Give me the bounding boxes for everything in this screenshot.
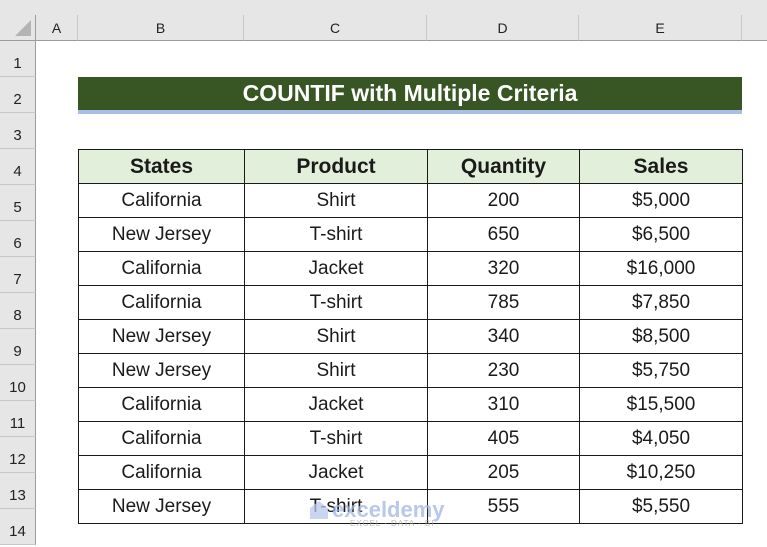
cell-product[interactable]: Jacket <box>244 387 428 422</box>
cell-product[interactable]: Shirt <box>244 353 428 388</box>
row-header-12[interactable]: 12 <box>0 437 36 473</box>
row-header-14[interactable]: 14 <box>0 509 36 545</box>
cell-quantity[interactable]: 405 <box>427 421 580 456</box>
header-sales[interactable]: Sales <box>579 149 743 184</box>
table-row: California T-shirt 405 $4,050 <box>78 421 743 456</box>
cell-quantity[interactable]: 785 <box>427 285 580 320</box>
cell-sales[interactable]: $4,050 <box>579 421 743 456</box>
table-row: California Jacket 320 $16,000 <box>78 251 743 286</box>
cell-sales[interactable]: $15,500 <box>579 387 743 422</box>
header-quantity[interactable]: Quantity <box>427 149 580 184</box>
cell-quantity[interactable]: 200 <box>427 183 580 218</box>
cell-state[interactable]: California <box>78 455 245 490</box>
cell-sales[interactable]: $5,750 <box>579 353 743 388</box>
row-header-4[interactable]: 4 <box>0 149 36 185</box>
row-header-7[interactable]: 7 <box>0 257 36 293</box>
cell-state[interactable]: California <box>78 285 245 320</box>
select-all-triangle-icon <box>15 20 31 36</box>
sales-table: States Product Quantity Sales California… <box>78 149 743 524</box>
cell-quantity[interactable]: 230 <box>427 353 580 388</box>
cell-sales[interactable]: $10,250 <box>579 455 743 490</box>
cell-sales[interactable]: $6,500 <box>579 217 743 252</box>
cell-product[interactable]: Shirt <box>244 183 428 218</box>
row-header-13[interactable]: 13 <box>0 473 36 509</box>
cell-product[interactable]: T-shirt <box>244 489 428 524</box>
cell-sales[interactable]: $5,000 <box>579 183 743 218</box>
cell-quantity[interactable]: 320 <box>427 251 580 286</box>
ribbon-edge <box>0 0 767 15</box>
cell-quantity[interactable]: 310 <box>427 387 580 422</box>
header-product[interactable]: Product <box>244 149 428 184</box>
cell-product[interactable]: T-shirt <box>244 285 428 320</box>
sheet-title[interactable]: COUNTIF with Multiple Criteria <box>78 77 742 110</box>
table-row: New Jersey T-shirt 555 $5,550 <box>78 489 743 524</box>
cell-quantity[interactable]: 205 <box>427 455 580 490</box>
table-header-row: States Product Quantity Sales <box>78 149 743 184</box>
title-underline <box>78 110 742 114</box>
cell-quantity[interactable]: 650 <box>427 217 580 252</box>
row-header-5[interactable]: 5 <box>0 185 36 221</box>
column-header-a[interactable]: A <box>36 15 78 41</box>
row-header-10[interactable]: 10 <box>0 365 36 401</box>
cell-state[interactable]: New Jersey <box>78 217 245 252</box>
cell-state[interactable]: California <box>78 183 245 218</box>
cell-product[interactable]: Jacket <box>244 251 428 286</box>
column-header-f[interactable] <box>742 15 767 41</box>
cell-product[interactable]: T-shirt <box>244 421 428 456</box>
table-row: New Jersey Shirt 230 $5,750 <box>78 353 743 388</box>
column-header-b[interactable]: B <box>78 15 244 41</box>
table-row: New Jersey T-shirt 650 $6,500 <box>78 217 743 252</box>
cell-sales[interactable]: $7,850 <box>579 285 743 320</box>
table-row: California Jacket 310 $15,500 <box>78 387 743 422</box>
cell-state[interactable]: California <box>78 387 245 422</box>
cell-state[interactable]: New Jersey <box>78 353 245 388</box>
column-header-c[interactable]: C <box>244 15 427 41</box>
cell-state[interactable]: New Jersey <box>78 489 245 524</box>
cell-product[interactable]: Shirt <box>244 319 428 354</box>
row-header-6[interactable]: 6 <box>0 221 36 257</box>
cell-state[interactable]: California <box>78 251 245 286</box>
cell-product[interactable]: Jacket <box>244 455 428 490</box>
row-header-9[interactable]: 9 <box>0 329 36 365</box>
cell-sales[interactable]: $5,550 <box>579 489 743 524</box>
header-states[interactable]: States <box>78 149 245 184</box>
cell-sales[interactable]: $16,000 <box>579 251 743 286</box>
row-header-8[interactable]: 8 <box>0 293 36 329</box>
table-row: California Jacket 205 $10,250 <box>78 455 743 490</box>
column-header-e[interactable]: E <box>579 15 742 41</box>
row-header-3[interactable]: 3 <box>0 113 36 149</box>
row-header-1[interactable]: 1 <box>0 41 36 77</box>
cell-product[interactable]: T-shirt <box>244 217 428 252</box>
table-row: California T-shirt 785 $7,850 <box>78 285 743 320</box>
row-header-2[interactable]: 2 <box>0 77 36 113</box>
cell-quantity[interactable]: 340 <box>427 319 580 354</box>
select-all-button[interactable] <box>0 15 36 41</box>
row-header-11[interactable]: 11 <box>0 401 36 437</box>
column-header-d[interactable]: D <box>427 15 579 41</box>
table-row: California Shirt 200 $5,000 <box>78 183 743 218</box>
cell-sales[interactable]: $8,500 <box>579 319 743 354</box>
cell-state[interactable]: California <box>78 421 245 456</box>
cell-quantity[interactable]: 555 <box>427 489 580 524</box>
cell-state[interactable]: New Jersey <box>78 319 245 354</box>
table-row: New Jersey Shirt 340 $8,500 <box>78 319 743 354</box>
